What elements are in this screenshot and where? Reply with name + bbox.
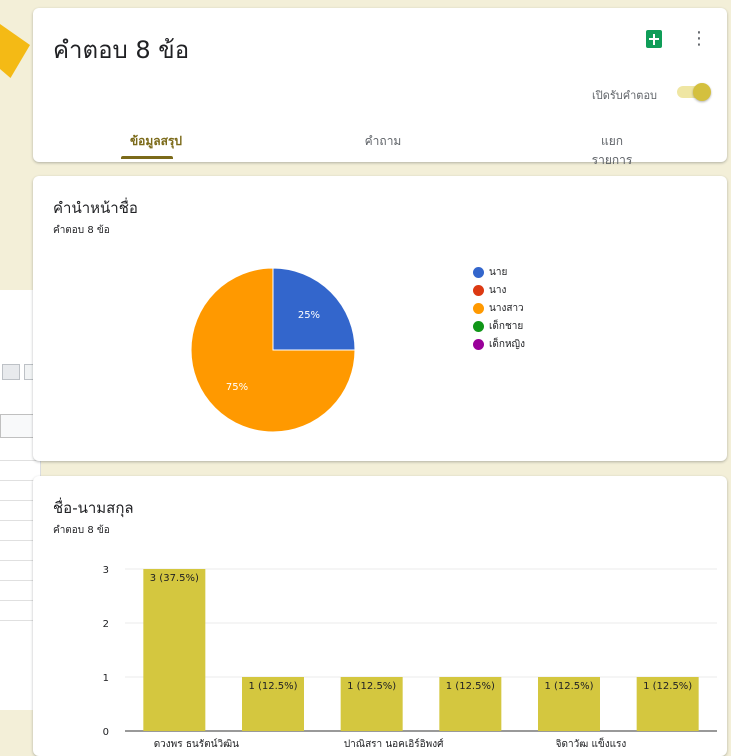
legend-label: นาย [489, 267, 508, 278]
legend-swatch [473, 321, 484, 332]
question-card-title-prefix: คำนำหน้าชื่อ คำตอบ 8 ข้อ 25% 75% นาย นาง นา… [33, 176, 727, 461]
y-tick-label: 0 [103, 727, 109, 738]
more-options-icon[interactable]: ⋮ [689, 28, 709, 50]
legend-item: เด็กชาย [473, 318, 525, 336]
active-tab-indicator [121, 156, 173, 159]
legend-item: เด็กหญิง [473, 336, 525, 354]
legend-swatch [473, 267, 484, 278]
legend-label: นางสาว [489, 303, 524, 314]
bar-chart: 0 1 2 3 3 (37.5%) ดวงพร ธนรัตน์วิฒิน 1 (12.5%)… [103, 565, 717, 750]
responses-count-title: คำตอบ 8 ข้อ [53, 36, 190, 64]
legend-swatch [473, 339, 484, 350]
legend-label: เด็กหญิง [489, 339, 525, 350]
x-category-label: ปาณิสรา นอคเอิร์อิพงศ์ [344, 738, 444, 750]
sheet-cell [0, 414, 36, 438]
x-category-label: ดวงพร ธนรัตน์วิฒิน [154, 738, 239, 750]
pie-chart: 25% 75% [190, 267, 356, 433]
toggle-knob [693, 83, 711, 101]
bar-data-label: 1 (12.5%) [248, 681, 297, 692]
legend-swatch [473, 285, 484, 296]
pie-slice [272, 267, 356, 351]
legend-label: นาง [489, 285, 507, 296]
y-tick-label: 2 [103, 619, 109, 630]
question-card-full-name: ชื่อ-นามสกุล คำตอบ 8 ข้อ 01233 (37.5%) ดว… [33, 476, 727, 756]
responses-header-card: คำตอบ 8 ข้อ ⋮ เปิดรับคำตอบ ข้อมูลสรุป คำ… [33, 8, 727, 167]
legend-swatch [473, 303, 484, 314]
legend-label: เด็กชาย [489, 321, 524, 332]
tab-summary[interactable]: ข้อมูลสรุป [121, 132, 191, 151]
pie-slice-label: 75% [226, 382, 248, 393]
legend-item: นาง [473, 282, 525, 300]
tab-questions[interactable]: คำถาม [363, 132, 403, 151]
y-tick-label: 3 [103, 565, 109, 576]
bar-data-label: 1 (12.5%) [446, 681, 495, 692]
google-sheets-icon[interactable] [646, 30, 662, 48]
add-comment-icon [2, 364, 20, 380]
accepting-responses-toggle[interactable] [673, 83, 711, 101]
bar-data-label: 1 (12.5%) [643, 681, 692, 692]
pie-slice-label: 25% [298, 310, 320, 321]
y-tick-label: 1 [103, 673, 109, 684]
bar [143, 569, 206, 731]
bar-data-label: 1 (12.5%) [347, 681, 396, 692]
decorative-star-icon [0, 24, 30, 78]
pie-legend: นายนางนางสาวเด็กชายเด็กหญิง [473, 264, 525, 354]
x-category-label: จิดาวัฒ แข็งแรง [556, 736, 627, 750]
bar-data-label: 1 (12.5%) [544, 681, 593, 692]
legend-item: นาย [473, 264, 525, 282]
accepting-responses-label: เปิดรับคำตอบ [592, 89, 658, 102]
tab-individual[interactable]: แยกรายการ [581, 132, 643, 170]
legend-item: นางสาว [473, 300, 525, 318]
bar-data-label: 3 (37.5%) [150, 573, 199, 584]
